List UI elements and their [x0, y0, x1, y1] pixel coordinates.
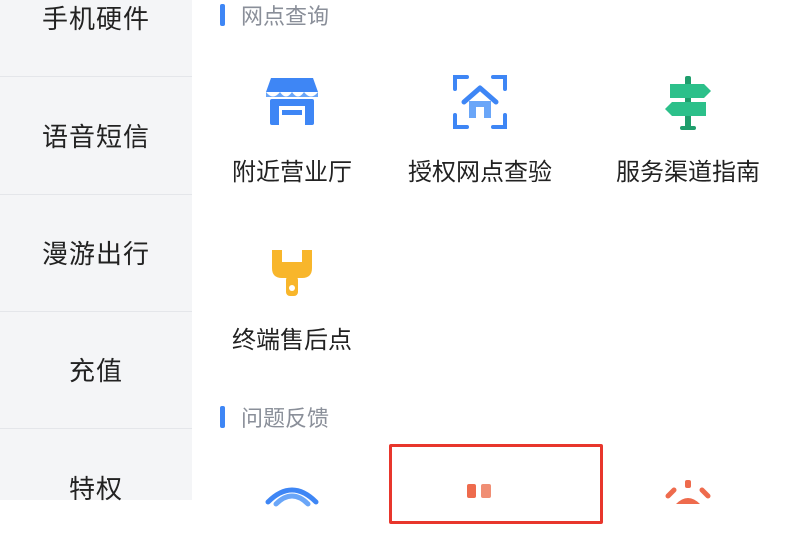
wrench-icon — [272, 250, 312, 296]
category-sidebar: 手机硬件 语音短信 漫游出行 充值 特权 — [0, 0, 192, 505]
grid-item-label: 终端售后点 — [232, 326, 352, 354]
sidebar-divider — [0, 428, 192, 429]
feedback-item-1-button[interactable] — [192, 478, 392, 538]
sidebar-item-label: 充值 — [68, 356, 123, 387]
sidebar-item-label: 漫游出行 — [41, 239, 150, 270]
sidebar-item-label: 语音短信 — [41, 122, 150, 153]
sidebar-divider — [0, 76, 192, 77]
feedback-item-3-button[interactable] — [588, 478, 788, 538]
sidebar-item-privilege[interactable]: 特权 — [0, 464, 192, 510]
feedback-bulb-icon — [665, 480, 711, 504]
feedback-eye-icon — [265, 487, 319, 507]
grid-item-label: 附近营业厅 — [232, 158, 352, 186]
section-accent-bar — [220, 406, 225, 428]
signpost-icon — [665, 76, 711, 130]
highlight-box — [389, 444, 603, 524]
sidebar-item-phone-hardware[interactable]: 手机硬件 — [0, 0, 192, 35]
terminal-after-sales-button[interactable]: 终端售后点 — [192, 240, 392, 355]
section-header-outlet: 网点查询 — [220, 0, 329, 30]
sidebar-item-roaming[interactable]: 漫游出行 — [0, 229, 192, 275]
section-header-feedback: 问题反馈 — [220, 402, 329, 432]
sidebar-divider — [0, 311, 192, 312]
authorized-outlet-check-button[interactable]: 授权网点查验 — [380, 72, 580, 187]
house-scan-icon — [453, 75, 507, 129]
storefront-icon — [266, 78, 318, 125]
sidebar-item-voice-sms[interactable]: 语音短信 — [0, 112, 192, 158]
sidebar-item-label: 手机硬件 — [41, 4, 150, 35]
grid-item-label: 授权网点查验 — [408, 158, 552, 186]
section-accent-bar — [220, 4, 225, 26]
grid-item-label: 服务渠道指南 — [616, 158, 760, 186]
service-content-panel: 网点查询 附近营业厅 授权网点查验 服务渠道指南 终端售后点 问题反馈 — [192, 0, 800, 524]
nearby-store-button[interactable]: 附近营业厅 — [192, 72, 392, 187]
section-title: 问题反馈 — [241, 407, 330, 432]
service-channel-guide-button[interactable]: 服务渠道指南 — [588, 72, 788, 187]
sidebar-divider — [0, 194, 192, 195]
section-title: 网点查询 — [241, 5, 330, 30]
sidebar-item-recharge[interactable]: 充值 — [0, 346, 192, 392]
